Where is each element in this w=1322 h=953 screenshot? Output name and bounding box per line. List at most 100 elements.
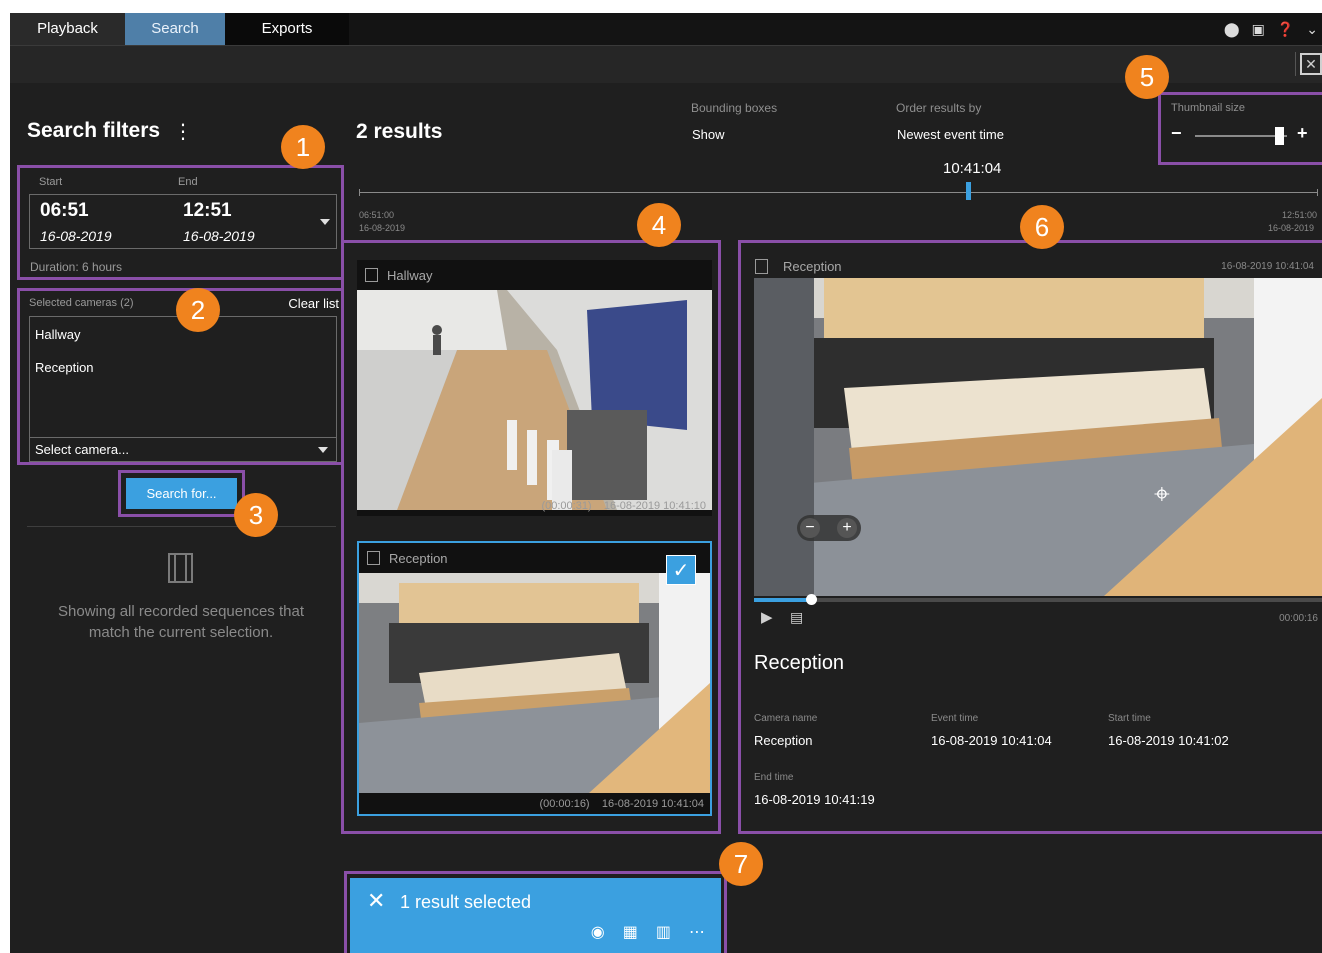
start-date: 16-08-2019: [40, 228, 112, 244]
chevron-down-icon[interactable]: ⌄: [1306, 21, 1318, 38]
order-results-value[interactable]: Newest event time: [897, 127, 1004, 142]
result-card-selected[interactable]: Reception ✓ (00:00:16) 16-08-2019 10:41:…: [357, 541, 712, 816]
end-label: End: [178, 176, 198, 188]
timeline-end-date: 16-08-2019: [1268, 223, 1315, 233]
order-results-label: Order results by: [896, 101, 982, 115]
search-filters-title: Search filters: [27, 119, 161, 142]
film-icon: [367, 551, 380, 565]
close-icon[interactable]: ✕: [367, 888, 385, 914]
thumbnail-minus-button[interactable]: −: [1171, 123, 1182, 144]
start-time: 06:51: [40, 200, 89, 221]
date-filter-box: Start End 06:51 12:51 16-08-2019 16-08-2…: [17, 165, 344, 280]
fullscreen-icon[interactable]: ✕: [1300, 53, 1322, 75]
end-time-label: End time: [754, 772, 794, 783]
thumbnail-plus-button[interactable]: +: [1297, 123, 1308, 144]
film-icon: [168, 553, 193, 583]
film-icon: [755, 259, 768, 274]
chevron-down-icon: [318, 447, 328, 453]
callout-marker: 1: [281, 125, 325, 169]
selected-checkbox[interactable]: ✓: [666, 555, 696, 585]
playback-scrubber-handle[interactable]: [805, 594, 817, 605]
timeline-tick: [1317, 189, 1318, 196]
thumbnail-size-box: Thumbnail size − +: [1158, 92, 1322, 165]
selection-action-bar: ✕ 1 result selected ◉ ▦ ▥ ⋯: [350, 878, 721, 953]
divider: [27, 526, 336, 527]
pdf-report-icon[interactable]: ▥: [656, 922, 671, 942]
result-timestamp: 16-08-2019 10:41:04: [601, 798, 704, 810]
result-card[interactable]: Hallway (00:00:31) 16-08-2019 10:41:10: [357, 260, 712, 516]
camera-list-item[interactable]: Hallway: [35, 327, 81, 342]
callout-marker: 2: [176, 288, 220, 332]
select-camera-dropdown[interactable]: Select camera...: [30, 437, 336, 461]
zoom-out-button[interactable]: −: [800, 518, 820, 538]
time-range-selector[interactable]: 06:51 12:51 16-08-2019 16-08-2019: [29, 194, 337, 249]
start-time-label: Start time: [1108, 713, 1151, 724]
bounding-boxes-label: Bounding boxes: [691, 101, 778, 115]
play-icon[interactable]: ▶: [761, 608, 773, 626]
zoom-in-button[interactable]: +: [837, 518, 857, 538]
timeline[interactable]: [359, 192, 1318, 193]
duration-label: Duration: 6 hours: [30, 260, 123, 274]
playback-progress-bar[interactable]: [754, 594, 1322, 605]
event-time-label: Event time: [931, 713, 979, 724]
results-list: Hallway (00:00:31) 16-08-2019 10:41:10 R…: [341, 240, 721, 834]
camera-list-item[interactable]: Reception: [35, 360, 94, 375]
result-card-header: Reception: [359, 543, 710, 573]
result-camera-name: Reception: [389, 551, 448, 566]
timeline-tick: [359, 189, 360, 196]
select-camera-label: Select camera...: [35, 442, 129, 457]
camera-list: Hallway Reception Select camera...: [29, 316, 337, 462]
preview-video-frame[interactable]: ⌖: [754, 278, 1322, 596]
preview-timestamp: 16-08-2019 10:41:04: [1221, 261, 1314, 272]
start-time-value: 16-08-2019 10:41:02: [1108, 733, 1229, 748]
tab-playback[interactable]: Playback: [10, 13, 125, 45]
export-icon[interactable]: ◉: [591, 922, 605, 942]
thumbnail-size-label: Thumbnail size: [1171, 102, 1245, 114]
search-for-button[interactable]: Search for...: [126, 478, 237, 509]
playback-progress-fill: [754, 598, 811, 602]
chevron-down-icon[interactable]: [320, 219, 330, 225]
bounding-boxes-value[interactable]: Show: [692, 127, 725, 142]
preview-duration: 00:00:16: [1279, 613, 1318, 624]
end-time: 12:51: [183, 200, 232, 221]
search-button-highlight: Search for...: [118, 470, 245, 517]
result-duration: (00:00:31): [541, 500, 592, 512]
tab-search[interactable]: Search: [125, 13, 225, 45]
start-label: Start: [39, 176, 63, 188]
timeline-start-time: 06:51:00: [359, 210, 395, 220]
callout-marker: 6: [1020, 205, 1064, 249]
film-icon: [365, 268, 378, 282]
preview-title: Reception: [754, 652, 845, 674]
timeline-start-date: 16-08-2019: [359, 223, 406, 233]
selected-cameras-label: Selected cameras (2): [29, 297, 134, 309]
callout-marker: 4: [637, 203, 681, 247]
more-icon[interactable]: ⋯: [689, 922, 705, 942]
tab-exports[interactable]: Exports: [225, 13, 349, 45]
app-window: Playback Search Exports ⬤ ▣ ❓ ⌄ ✕ Search…: [10, 13, 1322, 953]
result-duration: (00:00:16): [539, 798, 590, 810]
action-icons: ◉ ▦ ▥ ⋯: [591, 922, 705, 942]
zoom-controls: − +: [797, 515, 861, 541]
svg-text:⌖: ⌖: [1154, 477, 1170, 510]
filters-menu-icon[interactable]: ⋮: [173, 119, 193, 144]
result-timestamp: 16-08-2019 10:41:10: [603, 500, 706, 512]
hallway-thumbnail-image: [357, 290, 712, 510]
preview-camera-name: Reception: [783, 259, 842, 274]
screens-icon[interactable]: ▣: [1252, 21, 1265, 38]
result-meta: (00:00:16) 16-08-2019 10:41:04: [539, 798, 704, 810]
action-bar-highlight: ✕ 1 result selected ◉ ▦ ▥ ⋯: [344, 871, 727, 953]
timeline-end-time: 12:51:00: [1282, 210, 1318, 220]
thumbnail-slider-handle[interactable]: [1274, 127, 1284, 145]
help-icon[interactable]: ❓: [1277, 21, 1294, 38]
results-count: 2 results: [356, 120, 443, 143]
add-to-view-icon[interactable]: ▦: [623, 922, 638, 942]
pin-icon[interactable]: ⬤: [1224, 21, 1240, 38]
thumbnail-size-slider[interactable]: [1195, 135, 1287, 137]
preview-pane: Reception 16-08-2019 10:41:04 ⌖ − + ▶ ▤ …: [738, 240, 1322, 834]
event-time-value: 16-08-2019 10:41:04: [931, 733, 1052, 748]
timeline-marker[interactable]: [966, 182, 971, 200]
export-clip-icon[interactable]: ▤: [790, 609, 803, 626]
toolbar-divider: [1295, 52, 1296, 76]
clear-list-link[interactable]: Clear list: [288, 296, 339, 311]
selection-count-text: 1 result selected: [400, 892, 532, 912]
